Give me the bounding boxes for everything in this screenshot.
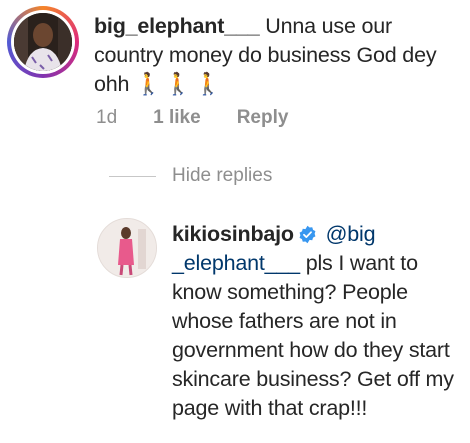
reply-button[interactable]: Reply xyxy=(237,107,289,129)
avatar xyxy=(14,13,72,71)
comment-meta: 1d 1 like Reply xyxy=(96,107,288,129)
avatar[interactable] xyxy=(97,218,157,278)
hide-replies-label[interactable]: Hide replies xyxy=(172,165,272,187)
comment-likes-count[interactable]: 1 like xyxy=(153,107,201,129)
avatar-story-ring[interactable] xyxy=(7,6,79,78)
reply-username[interactable]: kikiosinbajo xyxy=(172,222,294,246)
comment-text: big_elephant___ Unna use our country mon… xyxy=(94,12,466,99)
verified-badge-icon xyxy=(298,223,317,244)
avatar-photo-icon xyxy=(98,219,156,277)
reply-text: kikiosinbajo @big _elephant___ pls I want… xyxy=(172,220,466,423)
avatar-photo-icon xyxy=(14,13,72,71)
comment-username[interactable]: big_elephant___ xyxy=(94,14,260,38)
comment-timestamp: 1d xyxy=(96,107,118,128)
walking-person-emoji: 🚶🚶🚶 xyxy=(135,72,225,96)
hide-replies-toggle[interactable]: Hide replies xyxy=(109,165,272,187)
reply-body: pls I want to know something? People who… xyxy=(172,251,454,420)
divider xyxy=(109,175,156,177)
